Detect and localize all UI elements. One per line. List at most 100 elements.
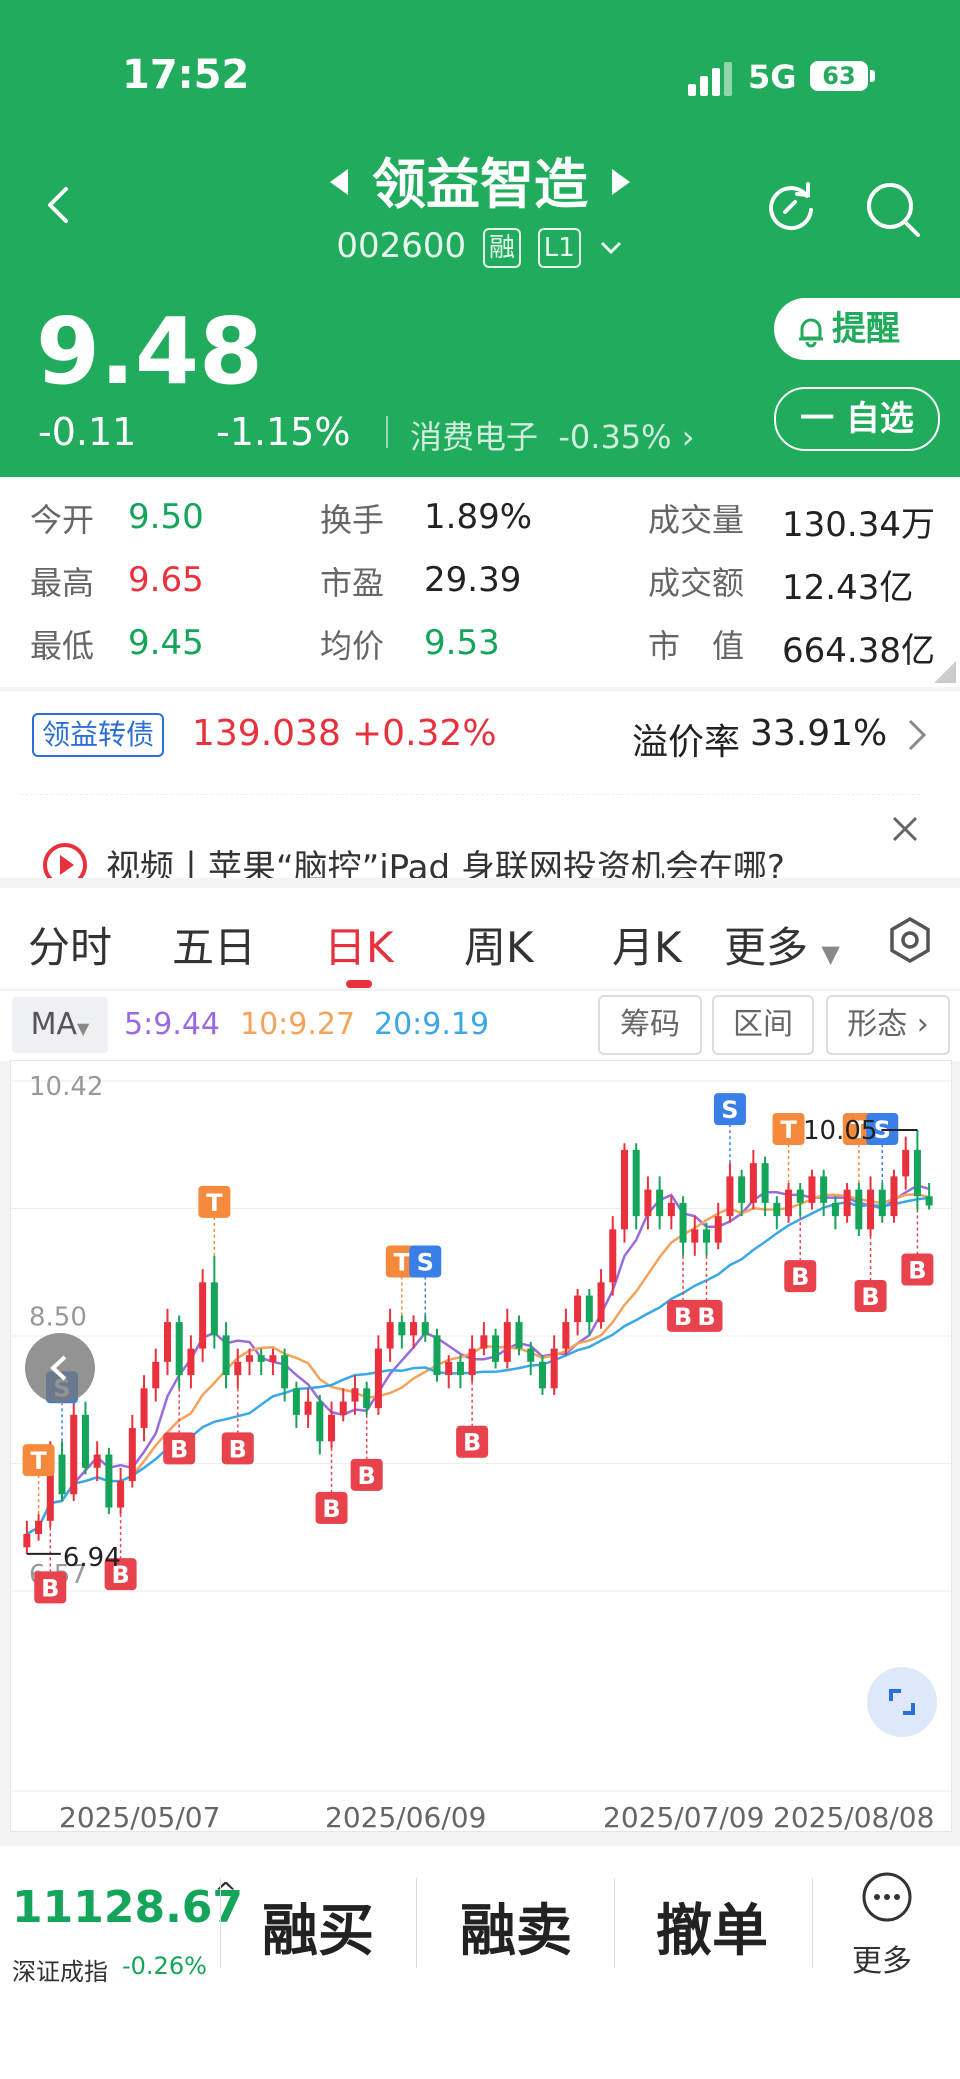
- pattern-button[interactable]: 形态 ›: [826, 995, 950, 1055]
- margin-sell-button[interactable]: 融卖: [460, 1886, 572, 1967]
- signal-tag-label: B: [674, 1303, 692, 1331]
- more-label: 更多: [852, 1944, 912, 1979]
- chevron-left-icon: [50, 1355, 67, 1381]
- signal-tag-label: B: [322, 1495, 340, 1523]
- prev-stock-icon[interactable]: [330, 169, 348, 196]
- chips-button[interactable]: 筹码: [598, 995, 702, 1055]
- candle-body: [363, 1388, 371, 1409]
- candle-body: [163, 1322, 171, 1362]
- candle-body: [925, 1196, 933, 1206]
- tab-five-day[interactable]: 五日: [172, 914, 256, 975]
- stock-code: 002600: [336, 226, 467, 266]
- refresh-icon[interactable]: [763, 180, 819, 236]
- divider: [812, 1878, 813, 1968]
- sector-link[interactable]: 消费电子 -0.35% ›: [410, 412, 695, 458]
- fullscreen-button[interactable]: [867, 1667, 937, 1737]
- candle-body: [328, 1414, 336, 1442]
- divider: [614, 1878, 615, 1968]
- bond-name: 领益转债: [32, 713, 165, 757]
- network-type: 5G: [748, 58, 797, 96]
- stat-value: 1.89%: [424, 497, 533, 537]
- candle-body: [667, 1202, 675, 1217]
- candle-body: [269, 1355, 277, 1362]
- candle-body: [656, 1189, 664, 1217]
- chevron-up-icon[interactable]: ^: [214, 1876, 237, 1909]
- margin-buy-button[interactable]: 融买: [262, 1886, 374, 1967]
- caret-down-icon: ▼: [821, 940, 840, 968]
- settings-hex-icon[interactable]: [886, 916, 934, 964]
- stat-value: 9.53: [424, 623, 500, 663]
- caret-down-icon: ▼: [77, 1019, 90, 1038]
- search-icon[interactable]: [864, 180, 924, 240]
- remind-button[interactable]: 提醒: [774, 298, 960, 360]
- candle-body: [808, 1176, 816, 1203]
- fullscreen-icon: [889, 1689, 915, 1715]
- candle-body: [620, 1149, 628, 1230]
- add-favorite-button[interactable]: 一 自选: [774, 387, 940, 451]
- candle-body: [679, 1202, 687, 1243]
- signal-tag-label: B: [791, 1263, 809, 1291]
- candle-body: [128, 1428, 136, 1482]
- current-price: 9.48: [36, 298, 263, 405]
- candle-body: [410, 1322, 418, 1336]
- tab-monthly-k[interactable]: 月K: [612, 914, 682, 975]
- candle-body: [644, 1189, 652, 1217]
- cancel-order-button[interactable]: 撤单: [656, 1886, 768, 1967]
- ma-selector[interactable]: MA▼: [12, 997, 108, 1053]
- news-ticker[interactable]: 视频丨苹果“脑控”iPad 身联网投资机会在哪?: [0, 780, 960, 878]
- tab-more[interactable]: 更多 ▼: [724, 914, 840, 975]
- chevron-right-icon: ›: [916, 1007, 929, 1042]
- candle-body: [785, 1189, 793, 1217]
- candle-body: [597, 1282, 605, 1323]
- signal-tag-label: S: [721, 1096, 738, 1124]
- status-time: 17:52: [122, 52, 250, 98]
- candle-body: [374, 1348, 382, 1409]
- signal-tag-label: B: [463, 1429, 481, 1457]
- news-text: 视频丨苹果“脑控”iPad 身联网投资机会在哪?: [106, 848, 785, 878]
- price-change: -0.11: [38, 410, 137, 454]
- candle-body: [574, 1295, 582, 1323]
- candle-body: [492, 1335, 500, 1362]
- candle-body: [831, 1202, 839, 1217]
- stat-value: 9.45: [128, 623, 204, 663]
- y-axis-label: 8.50: [29, 1302, 87, 1332]
- x-axis-label: 2025/05/07: [59, 1801, 220, 1831]
- margin-badge: 融: [482, 227, 521, 268]
- stat-value: 664.38亿: [782, 631, 935, 671]
- next-stock-icon[interactable]: [612, 169, 630, 196]
- chart-scroll-left-button[interactable]: [25, 1333, 95, 1403]
- sector-pct: -0.35%: [558, 418, 672, 456]
- signal-tag-label: B: [358, 1462, 376, 1490]
- bottom-trade-bar: 11128.67 ^ 深证成指 -0.26% 融买 融卖 撤单 更多: [0, 1846, 960, 2079]
- index-value[interactable]: 11128.67: [12, 1882, 243, 1933]
- close-icon[interactable]: [890, 814, 920, 844]
- range-button[interactable]: 区间: [712, 995, 814, 1055]
- stock-name: 领益智造: [372, 153, 588, 216]
- tab-intraday[interactable]: 分时: [28, 914, 112, 975]
- candle-body: [398, 1322, 406, 1336]
- ma5-line: [26, 1184, 930, 1536]
- stock-header: 17:52 5G 63 领益智造 002600 融 L1 9.48 -0.11 …: [0, 0, 960, 477]
- premium-label: 溢价率: [632, 722, 741, 763]
- active-tab-indicator: [346, 980, 372, 988]
- bell-icon: [799, 318, 823, 347]
- candle-body: [433, 1335, 441, 1376]
- convertible-bond-row[interactable]: 领益转债 139.038 +0.32% 溢价率 33.91%: [0, 690, 960, 781]
- candle-body: [81, 1414, 89, 1468]
- signal-tag-label: B: [229, 1435, 247, 1463]
- signal-tag-label: T: [30, 1447, 47, 1475]
- kline-chart[interactable]: 10.428.506.572025/05/072025/06/092025/07…: [10, 1060, 952, 1834]
- chevron-down-icon[interactable]: [598, 239, 624, 257]
- candle-body: [468, 1348, 476, 1376]
- remind-label: 提醒: [832, 309, 900, 349]
- candle-body: [796, 1189, 804, 1203]
- candle-body: [820, 1176, 828, 1203]
- period-tabs: 分时 五日 日K 周K 月K 更多 ▼: [0, 888, 960, 988]
- stats-panel: 今开 9.50 换手 1.89% 成交量 130.34万 最高 9.65 市盈 29.39 成交额 1…: [0, 477, 960, 687]
- tab-daily-k[interactable]: 日K: [324, 914, 394, 975]
- candle-body: [304, 1401, 312, 1415]
- y-axis-label: 10.42: [29, 1072, 103, 1102]
- tab-weekly-k[interactable]: 周K: [464, 914, 534, 975]
- expand-corner-icon[interactable]: [934, 661, 956, 683]
- more-icon[interactable]: [860, 1870, 914, 1924]
